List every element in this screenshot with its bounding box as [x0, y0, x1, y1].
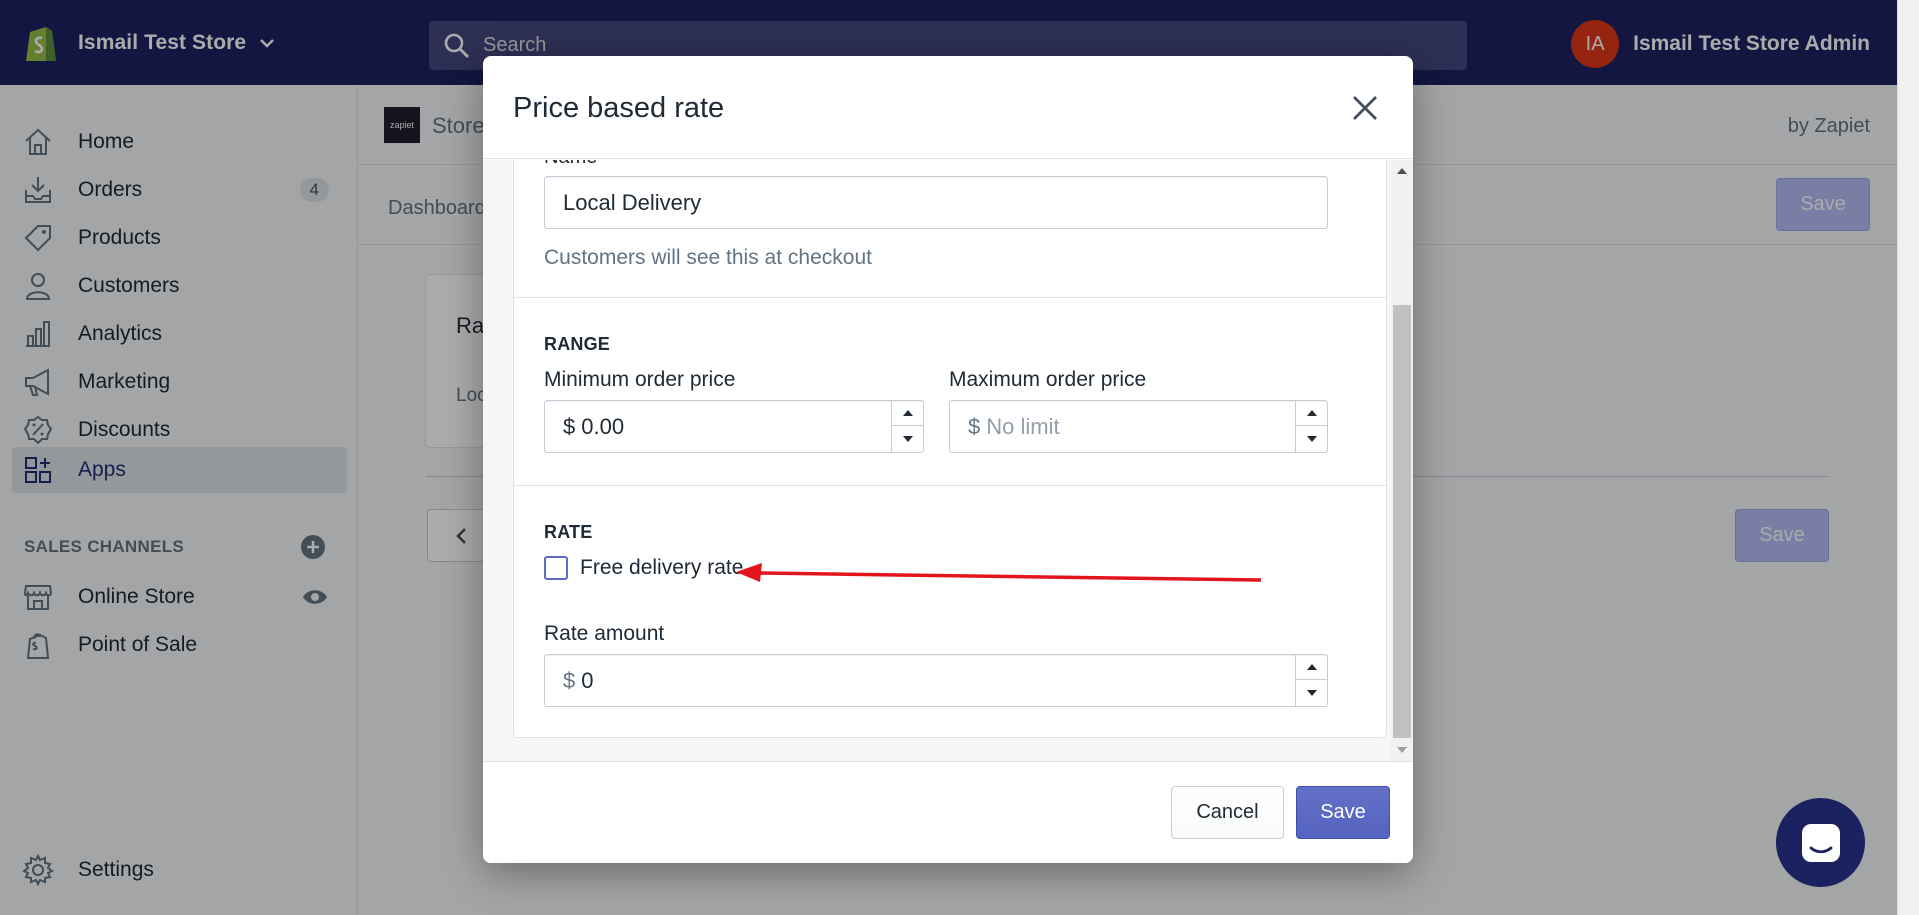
rate-form-card: Name Local Delivery Customers will see t… — [513, 160, 1387, 738]
rate-amount-stepper[interactable] — [1295, 655, 1327, 706]
modal-title: Price based rate — [513, 92, 725, 124]
currency-prefix: $ — [968, 413, 981, 439]
rate-section: RATE Free delivery rate Rate amount $ 0 — [514, 486, 1386, 738]
modal-body: Name Local Delivery Customers will see t… — [483, 160, 1413, 761]
cancel-button[interactable]: Cancel — [1171, 786, 1284, 839]
rate-amount-value: 0 — [581, 667, 594, 693]
stepper-up-arrow-icon[interactable] — [1296, 655, 1327, 680]
save-button[interactable]: Save — [1296, 786, 1390, 839]
scroll-down-arrow-icon[interactable] — [1397, 747, 1407, 753]
stepper-down-arrow-icon[interactable] — [892, 426, 923, 451]
min-price-label: Minimum order price — [544, 368, 736, 391]
min-price-value: 0.00 — [581, 413, 625, 439]
range-heading: RANGE — [544, 334, 611, 354]
max-price-label: Maximum order price — [949, 368, 1147, 391]
close-icon[interactable] — [1347, 90, 1383, 126]
rate-amount-input[interactable]: $ 0 — [544, 654, 1328, 707]
scrollbar-thumb[interactable] — [1393, 305, 1411, 738]
rate-heading: RATE — [544, 522, 593, 542]
range-section: RANGE Minimum order price $ 0.00 Maximum… — [514, 298, 1386, 486]
chat-icon — [1801, 823, 1840, 862]
max-price-placeholder: No limit — [986, 413, 1060, 439]
modal-header: Price based rate — [483, 56, 1413, 159]
name-help-text: Customers will see this at checkout — [544, 246, 872, 269]
rate-amount-label: Rate amount — [544, 622, 665, 645]
currency-prefix: $ — [563, 413, 576, 439]
scroll-up-arrow-icon[interactable] — [1397, 168, 1407, 174]
stepper-up-arrow-icon[interactable] — [892, 401, 923, 426]
max-price-stepper[interactable] — [1295, 401, 1327, 452]
stepper-down-arrow-icon[interactable] — [1296, 680, 1327, 705]
price-based-rate-modal: Price based rate Name Local Delivery Cus… — [483, 56, 1413, 863]
currency-prefix: $ — [563, 667, 576, 693]
modal-scrollbar[interactable] — [1391, 160, 1413, 761]
free-delivery-checkbox[interactable] — [544, 556, 568, 580]
min-price-stepper[interactable] — [891, 401, 923, 452]
stepper-down-arrow-icon[interactable] — [1296, 426, 1327, 451]
page-scrollbar[interactable] — [1897, 0, 1919, 915]
min-price-input[interactable]: $ 0.00 — [544, 400, 924, 453]
stepper-up-arrow-icon[interactable] — [1296, 401, 1327, 426]
name-label: Name — [544, 160, 597, 169]
modal-footer: Cancel Save — [483, 761, 1413, 863]
name-input[interactable]: Local Delivery — [544, 176, 1328, 229]
name-input-value: Local Delivery — [563, 189, 702, 215]
name-section: Name Local Delivery Customers will see t… — [514, 160, 1386, 298]
chat-launcher-button[interactable] — [1776, 798, 1865, 887]
annotation-arrow-icon — [736, 563, 1262, 582]
free-delivery-label[interactable]: Free delivery rate — [580, 556, 743, 580]
max-price-input[interactable]: $ No limit — [949, 400, 1328, 453]
